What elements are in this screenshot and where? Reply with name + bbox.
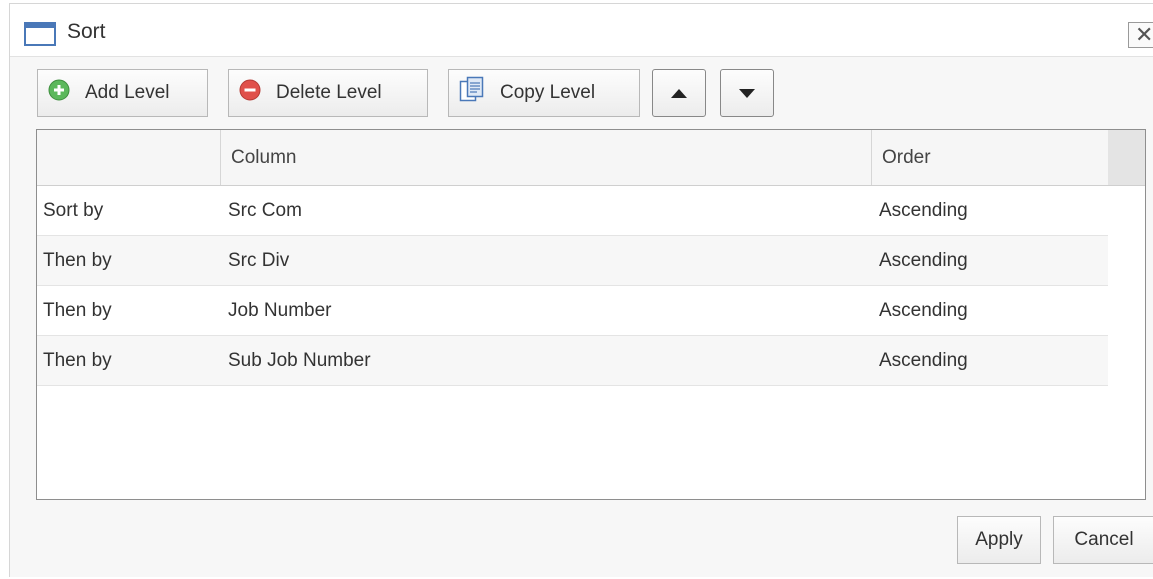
move-down-button[interactable] [720,69,774,117]
grid-header: Column Order [37,130,1108,186]
row-level-cell: Sort by [43,200,104,221]
copy-level-button[interactable]: Copy Level [448,69,640,117]
dialog-title: Sort [67,20,106,43]
triangle-up-icon [671,88,687,98]
row-column-cell[interactable]: Job Number [228,286,332,336]
header-column[interactable]: Column [221,130,872,185]
row-level-cell: Then by [43,350,112,371]
row-order-cell[interactable]: Ascending [879,186,968,236]
row-column-cell[interactable]: Src Div [228,236,289,286]
dialog-titlebar: Sort ✕ [10,4,1153,57]
minus-circle-icon [239,79,261,107]
row-order-cell[interactable]: Ascending [879,336,968,386]
delete-level-button[interactable]: Delete Level [228,69,428,117]
add-level-button[interactable]: Add Level [37,69,208,117]
row-level-cell: Then by [43,300,112,321]
copy-level-label: Copy Level [500,82,596,103]
plus-circle-icon [48,79,70,107]
row-level-cell: Then by [43,250,112,271]
row-column-cell[interactable]: Src Com [228,186,302,236]
close-button[interactable]: ✕ [1128,22,1153,48]
table-row[interactable]: Sort by Src Com Ascending [37,186,1108,236]
table-row[interactable]: Then by Src Div Ascending [37,236,1108,286]
apply-button[interactable]: Apply [957,516,1041,564]
header-order[interactable]: Order [872,130,1108,185]
delete-level-label: Delete Level [276,82,382,103]
copy-document-icon [459,76,485,110]
row-column-cell[interactable]: Sub Job Number [228,336,371,386]
move-up-button[interactable] [652,69,706,117]
sort-dialog: Sort ✕ Add Level Delete Level Copy Level… [9,3,1153,577]
row-order-cell[interactable]: Ascending [879,286,968,336]
row-order-cell[interactable]: Ascending [879,236,968,286]
triangle-down-icon [739,88,755,98]
window-icon [24,22,56,46]
table-row[interactable]: Then by Job Number Ascending [37,286,1108,336]
sort-levels-grid: Column Order Sort by Src Com Ascending T… [36,129,1146,500]
add-level-label: Add Level [85,82,170,103]
header-level[interactable] [37,130,221,185]
cancel-button[interactable]: Cancel [1053,516,1153,564]
table-row[interactable]: Then by Sub Job Number Ascending [37,336,1108,386]
scrollbar-corner [1108,130,1145,186]
